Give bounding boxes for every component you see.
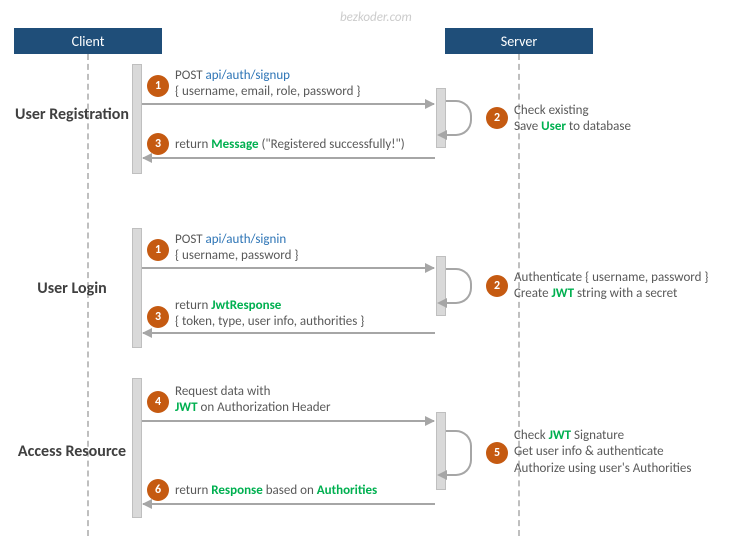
section-login: User Login <box>12 280 132 298</box>
msg-login-2: Authenticate { username, password } Crea… <box>514 270 709 303</box>
arrow-access-4 <box>142 420 434 422</box>
selfloop-login-2 <box>446 268 472 304</box>
step-badge-1a: 1 <box>147 75 169 97</box>
arrow-reg-1 <box>142 103 434 105</box>
selfloop-access-5 <box>446 430 472 476</box>
selfloop-reg-2 <box>446 100 472 136</box>
msg-access-6: return Response based on Authorities <box>175 483 377 499</box>
msg-login-3: return JwtResponse { token, type, user i… <box>175 298 364 331</box>
activation-client-access <box>132 378 142 518</box>
step-badge-2b: 2 <box>486 275 508 297</box>
msg-reg-3: return Message ("Registered successfully… <box>175 137 405 153</box>
step-badge-1b: 1 <box>147 239 169 261</box>
msg-reg-2: Check existing Save User to database <box>514 103 631 136</box>
step-badge-5: 5 <box>486 442 508 464</box>
arrow-access-6 <box>143 503 435 505</box>
activation-client-reg <box>132 64 142 174</box>
msg-access-4: Request data with JWT on Authorization H… <box>175 384 331 417</box>
lane-server-header: Server <box>445 28 593 54</box>
arrow-login-3 <box>143 332 435 334</box>
section-access: Access Resource <box>12 443 132 461</box>
arrow-login-1 <box>142 267 434 269</box>
watermark: bezkoder.com <box>340 10 412 25</box>
msg-reg-1: POST api/auth/signup { username, email, … <box>175 68 360 101</box>
step-badge-4: 4 <box>147 391 169 413</box>
step-badge-3b: 3 <box>147 306 169 328</box>
step-badge-6: 6 <box>147 479 169 501</box>
step-badge-2a: 2 <box>486 107 508 129</box>
msg-access-5: Check JWT Signature Get user info & auth… <box>514 428 691 477</box>
msg-login-1: POST api/auth/signin { username, passwor… <box>175 232 298 265</box>
activation-client-login <box>132 228 142 348</box>
lane-client-header: Client <box>14 28 162 54</box>
step-badge-3a: 3 <box>147 133 169 155</box>
section-registration: User Registration <box>12 106 132 124</box>
arrow-reg-3 <box>143 157 435 159</box>
